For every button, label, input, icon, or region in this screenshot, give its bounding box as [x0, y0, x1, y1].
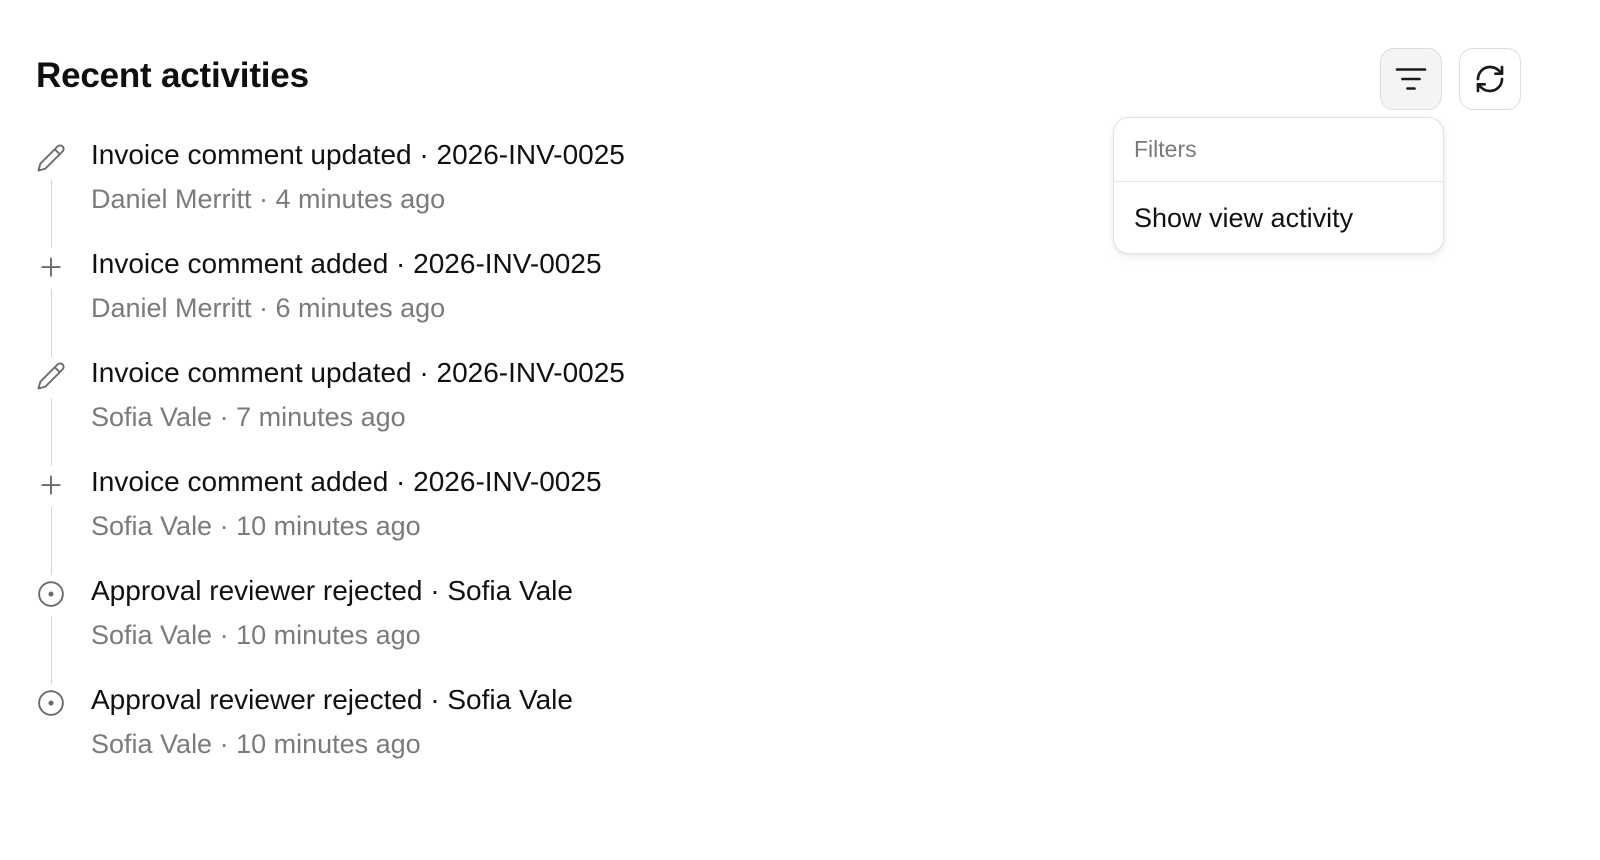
circle-dot-icon — [36, 688, 66, 718]
activity-meta: Sofia Vale · 10 minutes ago — [91, 620, 421, 650]
activity-item: Invoice comment added · 2026-INV-0025 So… — [36, 465, 936, 575]
filters-dropdown-header: Filters — [1114, 118, 1443, 182]
timeline-connector — [51, 507, 52, 575]
activity-item: Approval reviewer rejected · Sofia Vale … — [36, 683, 936, 792]
activity-timeline: Invoice comment updated · 2026-INV-0025 … — [36, 138, 936, 792]
filter-button[interactable] — [1380, 48, 1442, 110]
activity-title: Invoice comment updated · 2026-INV-0025 — [91, 139, 625, 170]
show-view-activity-option[interactable]: Show view activity — [1114, 182, 1443, 253]
activity-title: Approval reviewer rejected · Sofia Vale — [91, 575, 573, 606]
timeline-connector — [51, 180, 52, 248]
activity-meta: Sofia Vale · 10 minutes ago — [91, 729, 421, 759]
activity-item: Invoice comment added · 2026-INV-0025 Da… — [36, 247, 936, 357]
refresh-icon — [1474, 63, 1506, 95]
filters-dropdown: Filters Show view activity — [1113, 117, 1444, 254]
activity-item: Invoice comment updated · 2026-INV-0025 … — [36, 356, 936, 466]
plus-icon — [36, 252, 66, 282]
timeline-connector — [51, 398, 52, 466]
activity-meta: Sofia Vale · 10 minutes ago — [91, 511, 421, 541]
activity-title: Invoice comment updated · 2026-INV-0025 — [91, 357, 625, 388]
page-title: Recent activities — [36, 56, 309, 95]
activity-item: Approval reviewer rejected · Sofia Vale … — [36, 574, 936, 684]
pencil-icon — [36, 143, 66, 173]
activity-title: Approval reviewer rejected · Sofia Vale — [91, 684, 573, 715]
activity-meta: Daniel Merritt · 4 minutes ago — [91, 184, 446, 214]
activity-title: Invoice comment added · 2026-INV-0025 — [91, 248, 602, 279]
plus-icon — [36, 470, 66, 500]
timeline-connector — [51, 616, 52, 684]
activity-meta: Sofia Vale · 7 minutes ago — [91, 402, 406, 432]
refresh-button[interactable] — [1459, 48, 1521, 110]
circle-dot-icon — [36, 579, 66, 609]
activity-title: Invoice comment added · 2026-INV-0025 — [91, 466, 602, 497]
activity-meta: Daniel Merritt · 6 minutes ago — [91, 293, 446, 323]
filter-lines-icon — [1395, 66, 1427, 92]
pencil-icon — [36, 361, 66, 391]
timeline-connector — [51, 289, 52, 357]
activity-item: Invoice comment updated · 2026-INV-0025 … — [36, 138, 936, 248]
